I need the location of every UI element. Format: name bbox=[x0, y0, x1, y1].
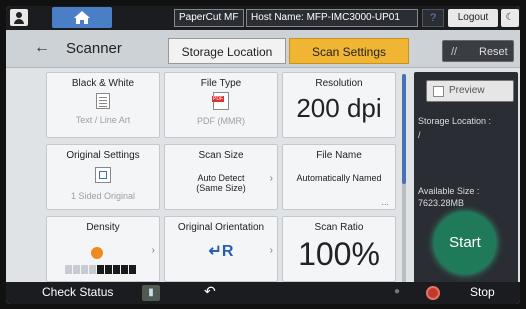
status-icon[interactable]: ▮ bbox=[142, 285, 160, 301]
preview-toggle[interactable]: Preview bbox=[426, 80, 514, 102]
density-scale bbox=[63, 261, 139, 274]
file-type-caption: File Type bbox=[200, 78, 242, 89]
scan-size-button[interactable]: Scan Size Auto Detect (Same Size) › bbox=[164, 144, 278, 210]
resolution-caption: Resolution bbox=[315, 78, 363, 89]
reset-label: Reset bbox=[479, 46, 508, 58]
bottom-bar: Check Status ▮ ↶ ● Stop bbox=[6, 282, 520, 304]
preview-label: Preview bbox=[449, 85, 485, 96]
tab-storage-location[interactable]: Storage Location bbox=[168, 38, 286, 64]
density-step bbox=[129, 265, 136, 274]
color-mode-button[interactable]: Black & White Text / Line Art bbox=[46, 72, 160, 138]
tab-scan-settings[interactable]: Scan Settings bbox=[289, 38, 409, 64]
indicator-icon: ● bbox=[394, 286, 401, 297]
return-icon[interactable]: ↶ bbox=[204, 283, 216, 300]
available-size-label: Available Size : bbox=[418, 186, 480, 196]
stop-button[interactable]: Stop bbox=[470, 285, 495, 299]
home-button[interactable] bbox=[52, 7, 112, 28]
resolution-button[interactable]: Resolution 200 dpi bbox=[282, 72, 396, 138]
scan-ratio-button[interactable]: Scan Ratio 100% bbox=[282, 216, 396, 282]
density-step bbox=[73, 265, 80, 274]
density-step bbox=[97, 265, 104, 274]
scan-ratio-caption: Scan Ratio bbox=[314, 222, 364, 233]
density-marker-icon bbox=[91, 247, 103, 259]
side-panel: Preview Storage Location : / Available S… bbox=[414, 72, 518, 286]
logout-button[interactable]: Logout bbox=[448, 9, 498, 27]
original-settings-button[interactable]: Original Settings 1 Sided Original bbox=[46, 144, 160, 210]
preview-checkbox[interactable] bbox=[433, 86, 444, 97]
density-button[interactable]: Density › bbox=[46, 216, 160, 282]
more-icon: ... bbox=[381, 197, 389, 207]
density-step bbox=[105, 265, 112, 274]
density-step bbox=[65, 265, 72, 274]
chevron-right-icon: › bbox=[269, 245, 273, 256]
original-orientation-caption: Original Orientation bbox=[177, 222, 265, 233]
chevron-right-icon: › bbox=[269, 173, 273, 184]
header: ← Scanner Storage Location Scan Settings… bbox=[6, 30, 520, 68]
density-step bbox=[121, 265, 128, 274]
file-name-caption: File Name bbox=[316, 150, 362, 161]
file-type-button[interactable]: File Type PDF PDF (MMR) bbox=[164, 72, 278, 138]
density-step bbox=[81, 265, 88, 274]
system-bar: PaperCut MF Host Name: MFP-IMC3000-UP01 … bbox=[6, 6, 520, 30]
storage-location-value: / bbox=[418, 130, 421, 140]
resolution-value: 200 dpi bbox=[296, 93, 382, 123]
scrollbar-thumb[interactable] bbox=[402, 74, 406, 184]
density-step bbox=[113, 265, 120, 274]
scanner-screen: PaperCut MF Host Name: MFP-IMC3000-UP01 … bbox=[6, 6, 520, 304]
scan-size-value-1: Auto Detect bbox=[197, 173, 245, 183]
check-status-button[interactable]: Check Status bbox=[42, 285, 113, 299]
original-settings-value: 1 Sided Original bbox=[70, 191, 136, 201]
color-mode-value: Text / Line Art bbox=[75, 115, 131, 125]
home-icon bbox=[74, 11, 90, 24]
original-settings-caption: Original Settings bbox=[66, 150, 140, 161]
color-mode-caption: Black & White bbox=[71, 78, 135, 89]
orientation-icon: ↵R bbox=[208, 243, 234, 260]
start-button[interactable]: Start bbox=[434, 212, 496, 274]
eraser-icon: // bbox=[451, 46, 458, 58]
scan-size-caption: Scan Size bbox=[198, 150, 244, 161]
page-title: Scanner bbox=[66, 40, 122, 57]
stop-icon[interactable] bbox=[426, 286, 440, 300]
available-size-value: 7623.28MB bbox=[418, 198, 465, 208]
help-button[interactable]: ? bbox=[422, 9, 444, 27]
back-arrow-icon[interactable]: ← bbox=[34, 39, 50, 57]
original-orientation-button[interactable]: Original Orientation ↵R › bbox=[164, 216, 278, 282]
file-type-value: PDF (MMR) bbox=[197, 116, 245, 126]
reset-button[interactable]: // Reset bbox=[442, 40, 514, 62]
chevron-right-icon: › bbox=[151, 245, 155, 256]
settings-grid: Black & White Text / Line Art File Type … bbox=[30, 72, 398, 286]
settings-scrollbar[interactable] bbox=[402, 74, 406, 284]
original-icon bbox=[95, 167, 111, 183]
app-name-label: PaperCut MF bbox=[174, 9, 244, 27]
host-name-label: Host Name: MFP-IMC3000-UP01 bbox=[246, 9, 418, 27]
energy-saver-icon[interactable]: ☾ bbox=[501, 9, 519, 27]
scan-ratio-value: 100% bbox=[298, 236, 380, 272]
scan-size-value-2: (Same Size) bbox=[196, 183, 246, 193]
pdf-icon: PDF bbox=[212, 92, 229, 110]
document-icon bbox=[96, 93, 110, 109]
file-name-button[interactable]: File Name Automatically Named ... bbox=[282, 144, 396, 210]
file-name-value: Automatically Named bbox=[296, 173, 382, 183]
storage-location-label: Storage Location : bbox=[418, 116, 492, 126]
user-icon[interactable] bbox=[10, 9, 28, 26]
density-step bbox=[89, 265, 96, 274]
density-caption: Density bbox=[86, 222, 120, 233]
